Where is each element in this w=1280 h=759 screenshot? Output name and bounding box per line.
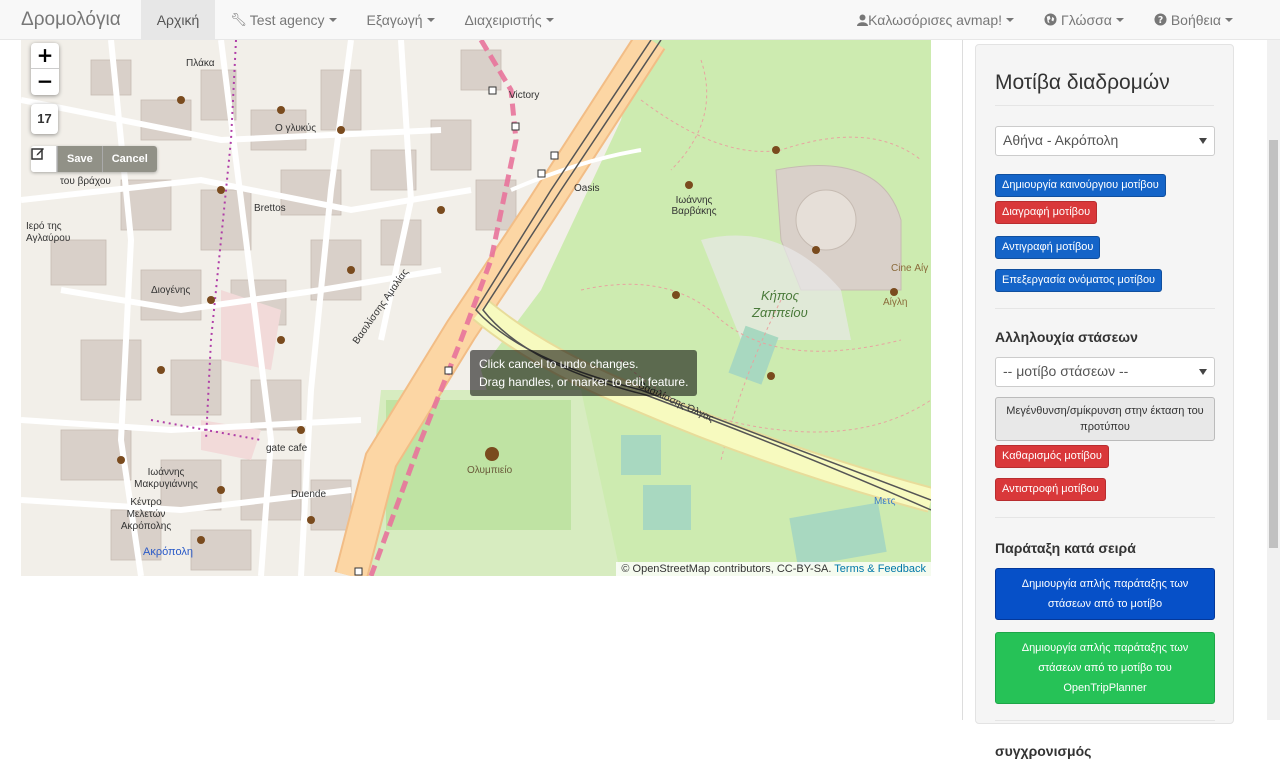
nav-language-dropdown[interactable]: Γλώσσα [1029,0,1139,39]
cancel-edits-button[interactable]: Cancel [101,146,157,172]
chevron-down-icon [328,17,337,22]
pattern-panel: Μοτίβα διαδρομών Αθήνα - Ακρόπολη Δημιου… [975,44,1234,759]
pattern-select-value: Αθήνα - Ακρόπολη [1003,132,1119,148]
map-attribution: © OpenStreetMap contributors, CC-BY-SA. … [616,562,931,576]
pattern-select[interactable]: Αθήνα - Ακρόπολη [995,126,1215,156]
edit-tooltip: Click cancel to undo changes. Drag handl… [470,350,698,396]
stops-select-value: -- μοτίβο στάσεων -- [1003,363,1129,379]
chevron-down-icon [1199,138,1207,144]
divider [995,308,1215,309]
map-label-vraxou: του βράχου [60,176,111,187]
chevron-down-icon [1115,17,1124,22]
nav-admin-label: Διαχειριστής [464,11,542,28]
map-label-acropolis: Ακρόπολη [143,546,194,558]
edit-layers-button[interactable] [31,146,57,172]
map-label-metro: Μετς [874,496,896,507]
stops-select[interactable]: -- μοτίβο στάσεων -- [995,357,1215,387]
brand-link[interactable]: Δρομολόγια [0,0,141,39]
nav-export-dropdown[interactable]: Εξαγωγή [352,0,450,39]
map-label-gatecafe: gate cafe [266,443,308,454]
order-simple-button[interactable]: Δημιουργία απλής παράταξης των στάσεων α… [995,568,1215,620]
terms-link[interactable]: Terms & Feedback [834,563,926,575]
nav-export-label: Εξαγωγή [366,11,423,28]
map-label-ieroavl: Ιερό της Αγλαύρου [26,221,71,244]
divider [995,720,1215,721]
clear-pattern-button[interactable]: Καθαρισμός μοτίβου [995,445,1109,468]
nav-help-label: Βοήθεια [1170,11,1221,28]
edit-toolbar: Save Cancel [31,146,157,172]
page-scrollbar[interactable] [1267,40,1280,720]
save-edits-button[interactable]: Save [57,146,102,172]
map-label-dionysos: Διογένης [151,285,191,296]
chevron-down-icon [1199,369,1207,375]
zoom-control: + − [31,43,59,95]
order-otp-button[interactable]: Δημιουργία απλής παράταξης των στάσεων α… [995,632,1215,704]
question-icon: ? [1154,13,1167,26]
user-icon [857,14,869,26]
nav-admin-dropdown[interactable]: Διαχειριστής [450,0,569,39]
map-label-varvakis: Ιωάννης Βαρβάκης [671,195,717,217]
map-label-aigli: Αίγλη [883,297,908,308]
delete-pattern-button[interactable]: Διαγραφή μοτίβου [995,201,1098,224]
svg-text:?: ? [1158,15,1163,26]
zoom-out-button[interactable]: − [31,69,59,95]
zoom-in-button[interactable]: + [31,43,59,69]
map-label-brettos: Brettos [254,203,286,214]
wrench-icon: 🔧︎ [230,11,247,27]
map-label-makrigianni: Ιωάννης Μακρυγιάννης [134,467,198,490]
nav-language-label: Γλώσσα [1061,11,1112,28]
tooltip-line-1: Click cancel to undo changes. [479,357,639,371]
map-label-victory: Victory [509,90,540,101]
chevron-down-icon [1006,17,1015,22]
map-label-park2: Ζαππείου [752,305,808,320]
map-label-plaka: Πλάκα [186,58,215,69]
stops-title: Αλληλουχία στάσεων [995,329,1138,345]
edit-icon [31,148,44,160]
map-label-park: Κήπος [761,288,799,303]
nav-user-label: Καλωσόρισες avmap! [868,11,1003,28]
copy-pattern-button[interactable]: Αντιγραφή μοτίβου [995,236,1101,259]
nav-agency-dropdown[interactable]: 🔧︎ Test agency [215,0,351,39]
top-navbar: Δρομολόγια Αρχική 🔧︎ Test agency Εξαγωγή… [0,0,1280,40]
map-label-oasis: Oasis [574,183,600,194]
attribution-text: © OpenStreetMap contributors, CC-BY-SA. [621,563,832,575]
chevron-down-icon [545,17,554,22]
nav-user-dropdown[interactable]: Καλωσόρισες avmap! [842,0,1029,39]
map-label-duende: Duende [291,489,327,500]
map-label-oglykus: Ο γλυκύς [275,123,317,134]
rename-pattern-button[interactable]: Επεξεργασία ονόματος μοτίβου [995,269,1163,292]
nav-home[interactable]: Αρχική [140,0,216,39]
chevron-down-icon [426,17,435,22]
chevron-down-icon [1225,17,1233,22]
panel-title: Μοτίβα διαδρομών [995,71,1214,106]
divider [995,517,1215,518]
map-view[interactable]: Κήπος Ζαππείου Ολυμπιείο Ακρόπολη Oasis … [21,40,931,576]
order-title: Παράταξη κατά σειρά [995,540,1136,556]
sync-title: συγχρονισμός [995,743,1092,759]
zoom-to-pattern-button[interactable]: Μεγένθυνση/σμίκρυνση στην έκταση του προ… [995,397,1215,441]
new-pattern-button[interactable]: Δημιουργία καινούργιου μοτίβου [995,174,1166,197]
map-label-museum: Κέντρο Μελετών Ακρόπολης [120,497,172,532]
nav-agency-label: Test agency [249,11,325,28]
zoom-level-display: 17 [31,104,58,134]
reverse-pattern-button[interactable]: Αντιστροφή μοτίβου [995,478,1106,501]
tooltip-line-2: Drag handles, or marker to edit feature. [479,375,689,389]
scrollbar-thumb[interactable] [1269,140,1278,548]
map-label-cine: Cine Αίγ [891,263,929,274]
map-label-olympieion: Ολυμπιείο [467,465,513,476]
nav-help-dropdown[interactable]: ? Βοήθεια [1139,0,1248,39]
globe-icon [1044,13,1057,26]
